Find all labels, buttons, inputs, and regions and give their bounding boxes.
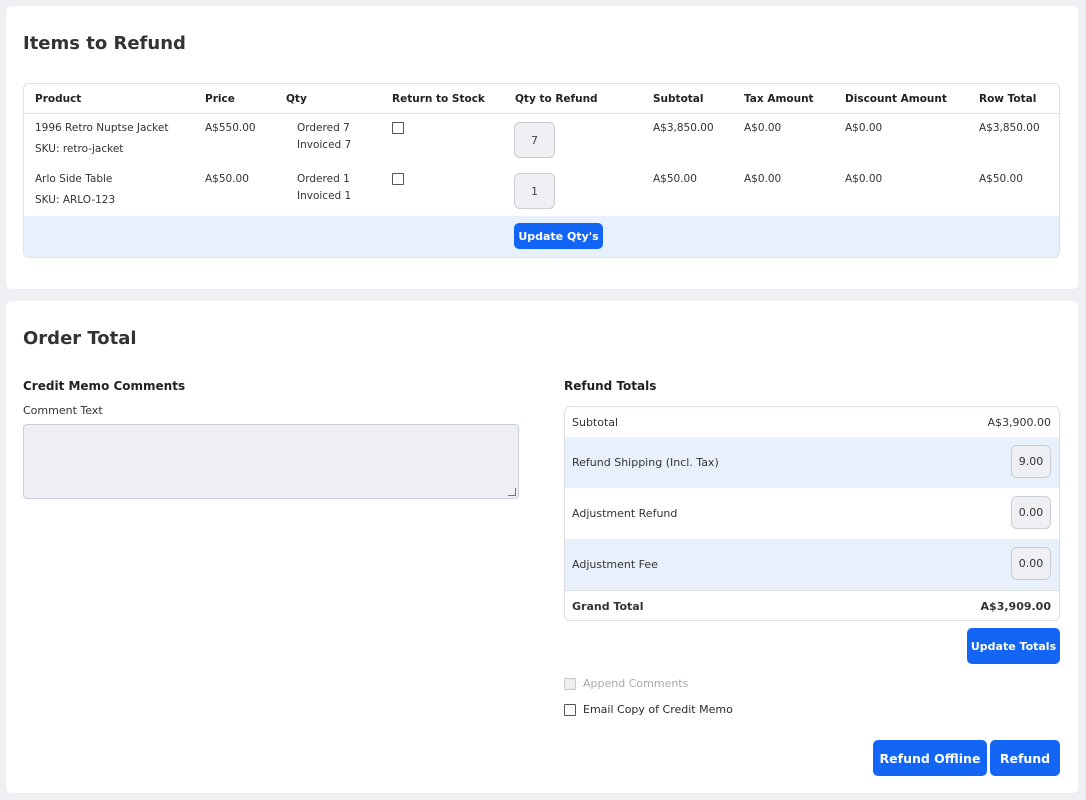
adjustment-fee-label: Adjustment Fee xyxy=(572,558,658,571)
email-copy-label: Email Copy of Credit Memo xyxy=(583,703,733,716)
refund-totals-title: Refund Totals xyxy=(564,379,657,393)
qty-ordered: Ordered 7 xyxy=(297,122,350,134)
qty-invoiced: Invoiced 7 xyxy=(297,139,352,151)
col-price: Price xyxy=(205,93,235,105)
col-row-total: Row Total xyxy=(979,93,1037,105)
refund-button[interactable]: Refund xyxy=(990,740,1060,776)
product-sku: SKU: retro-jacket xyxy=(35,143,124,155)
discount-amount: A$0.00 xyxy=(845,173,883,185)
col-product: Product xyxy=(35,93,82,105)
return-to-stock-checkbox[interactable] xyxy=(392,122,404,134)
refund-totals-table: Subtotal A$3,900.00 Refund Shipping (Inc… xyxy=(564,406,1060,621)
price: A$50.00 xyxy=(205,173,249,185)
adjustment-fee-input[interactable]: 0.00 xyxy=(1011,547,1051,580)
update-totals-button[interactable]: Update Totals xyxy=(967,628,1060,664)
col-qty: Qty xyxy=(286,93,307,105)
qty-to-refund-input[interactable]: 7 xyxy=(514,122,555,158)
col-subtotal: Subtotal xyxy=(653,93,704,105)
price: A$550.00 xyxy=(205,122,256,134)
subtotal: A$3,850.00 xyxy=(653,122,714,134)
qty-invoiced: Invoiced 1 xyxy=(297,190,352,202)
adjustment-refund-row: Adjustment Refund 0.00 xyxy=(565,488,1059,539)
items-to-refund-card: Items to Refund Product Price Qty Return… xyxy=(6,6,1078,289)
update-qtys-button[interactable]: Update Qty's xyxy=(514,223,603,249)
col-return-to-stock: Return to Stock xyxy=(392,93,485,105)
adjustment-fee-row: Adjustment Fee 0.00 xyxy=(565,539,1059,590)
comment-text-label: Comment Text xyxy=(23,404,103,417)
append-comments-checkbox[interactable] xyxy=(564,677,576,690)
col-discount-amount: Discount Amount xyxy=(845,93,947,105)
product-name: Arlo Side Table xyxy=(35,173,113,185)
comment-text-area[interactable] xyxy=(23,424,519,499)
refund-shipping-label: Refund Shipping (Incl. Tax) xyxy=(572,456,719,469)
order-total-title: Order Total xyxy=(23,328,137,349)
subtotal-label: Subtotal xyxy=(572,416,619,429)
items-table-header: Product Price Qty Return to Stock Qty to… xyxy=(24,84,1059,114)
qty-ordered: Ordered 1 xyxy=(297,173,350,185)
items-section-title: Items to Refund xyxy=(23,33,186,54)
items-table: Product Price Qty Return to Stock Qty to… xyxy=(23,83,1060,258)
subtotal-value: A$3,900.00 xyxy=(987,416,1051,429)
subtotal-row: Subtotal A$3,900.00 xyxy=(565,407,1059,437)
email-copy-checkbox[interactable] xyxy=(564,703,576,716)
subtotal: A$50.00 xyxy=(653,173,697,185)
grand-total-value: A$3,909.00 xyxy=(980,600,1051,613)
grand-total-row: Grand Total A$3,909.00 xyxy=(565,590,1059,620)
adjustment-refund-input[interactable]: 0.00 xyxy=(1011,496,1051,529)
row-total: A$50.00 xyxy=(979,173,1023,185)
refund-shipping-input[interactable]: 9.00 xyxy=(1011,445,1051,478)
col-qty-to-refund: Qty to Refund xyxy=(515,93,598,105)
table-footer: Update Qty's xyxy=(24,216,1059,257)
qty-to-refund-input[interactable]: 1 xyxy=(514,173,555,209)
product-name: 1996 Retro Nuptse Jacket xyxy=(35,122,169,134)
adjustment-refund-label: Adjustment Refund xyxy=(572,507,678,520)
email-copy-option[interactable]: Email Copy of Credit Memo xyxy=(564,703,733,716)
row-total: A$3,850.00 xyxy=(979,122,1040,134)
grand-total-label: Grand Total xyxy=(572,600,644,613)
append-comments-option[interactable]: Append Comments xyxy=(564,677,688,690)
refund-shipping-row: Refund Shipping (Incl. Tax) 9.00 xyxy=(565,437,1059,488)
product-sku: SKU: ARLO-123 xyxy=(35,194,116,206)
credit-memo-comments-title: Credit Memo Comments xyxy=(23,379,186,393)
discount-amount: A$0.00 xyxy=(845,122,883,134)
return-to-stock-checkbox[interactable] xyxy=(392,173,404,185)
tax-amount: A$0.00 xyxy=(744,173,782,185)
resize-grip-icon[interactable] xyxy=(508,488,516,496)
refund-offline-button[interactable]: Refund Offline xyxy=(873,740,987,776)
append-comments-label: Append Comments xyxy=(583,677,689,690)
col-tax-amount: Tax Amount xyxy=(744,93,814,105)
order-total-card: Order Total Credit Memo Comments Comment… xyxy=(6,301,1078,793)
tax-amount: A$0.00 xyxy=(744,122,782,134)
